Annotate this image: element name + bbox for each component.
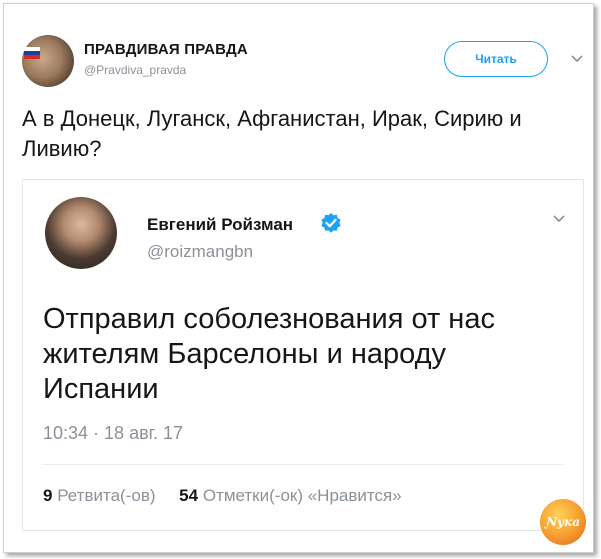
quoted-tweet-text: Отправил соболезнования от нас жителям Б… [43,303,495,405]
likes-stat[interactable]: 54 Отметки(-ок) «Нравится» [179,486,402,505]
quoted-author-name[interactable]: Евгений Ройзман [147,215,293,235]
quoted-author-avatar[interactable] [45,197,117,269]
retweets-stat[interactable]: 9 Ретвита(-ов) [43,486,156,505]
outer-author-avatar[interactable] [22,35,74,87]
likes-label: Отметки(-ок) «Нравится» [202,486,402,505]
follow-button[interactable]: Читать [444,41,548,77]
watermark-logo: Ɲука [540,499,586,545]
outer-tweet-text: А в Донецк, Луганск, Афганистан, Ирак, С… [22,106,522,161]
outer-author-handle[interactable]: @Pravdiva_pravda [84,63,186,77]
retweets-count: 9 [43,486,53,505]
retweets-label: Ретвита(-ов) [57,486,156,505]
tweet-screenshot-frame: ПРАВДИВАЯ ПРАВДА @Pravdiva_pravda Читать… [3,3,594,553]
quoted-author-handle[interactable]: @roizmangbn [147,242,253,262]
outer-author-name[interactable]: ПРАВДИВАЯ ПРАВДА [84,41,248,58]
chevron-down-icon[interactable] [552,214,566,224]
likes-count: 54 [179,486,199,505]
russian-flag-icon [24,47,40,59]
tweet-stats: 9 Ретвита(-ов) 54 Отметки(-ок) «Нравится… [43,486,402,506]
stats-divider [43,464,563,465]
quoted-tweet-card[interactable]: Евгений Ройзман @roizmangbn Отправил соб… [22,179,584,531]
verified-badge-icon [321,213,341,233]
chevron-down-icon[interactable] [570,54,584,64]
quoted-tweet-timestamp[interactable]: 10:34 · 18 авг. 17 [43,423,183,444]
